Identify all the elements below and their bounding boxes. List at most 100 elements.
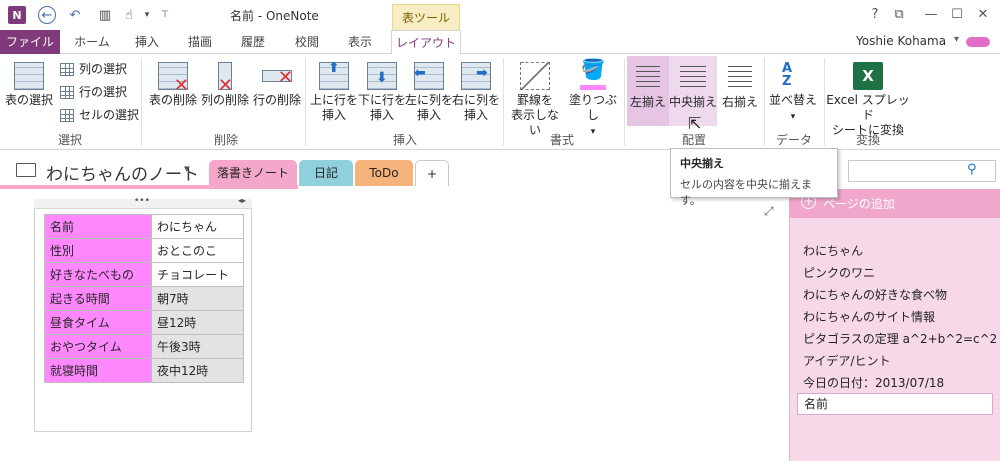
page-item[interactable]: ピタゴラスの定理 a^2+b^2=c^2 xyxy=(803,330,997,347)
column-select-button[interactable]: 列の選択 xyxy=(60,59,127,79)
table-row[interactable]: 就寝時間 夜中12時 xyxy=(44,358,244,383)
table-select-button[interactable]: 表の選択 xyxy=(4,62,54,108)
insert-column-right-button[interactable]: ➡ 右に列を 挿入 xyxy=(450,62,502,123)
align-right-icon xyxy=(728,66,752,90)
insert-above-icon: ⬆ xyxy=(319,61,349,90)
touch-mode-icon[interactable]: ☝ xyxy=(120,6,138,24)
page-item[interactable]: 今日の日付：2013/07/18 xyxy=(803,374,944,391)
page-item-current[interactable]: 名前 xyxy=(797,393,993,415)
page-item[interactable]: わにちゃん xyxy=(803,242,863,259)
table-cell-value[interactable]: 朝7時 xyxy=(151,286,244,311)
customize-qat-icon[interactable]: ⊤ xyxy=(156,6,174,24)
undo-icon[interactable]: ↶ xyxy=(66,6,84,24)
tab-insert[interactable]: 挿入 xyxy=(122,30,172,54)
search-input[interactable]: ⚲ xyxy=(848,160,996,182)
tab-file[interactable]: ファイル xyxy=(0,30,60,54)
align-left-button[interactable]: 左揃え xyxy=(628,62,668,110)
convert-to-excel-button[interactable]: X Excel スプレッド シートに変換 xyxy=(826,62,910,138)
row-select-button[interactable]: 行の選択 xyxy=(60,82,127,102)
page-item[interactable]: ピンクのワニ xyxy=(803,264,875,281)
page-list-panel xyxy=(789,189,1000,461)
paint-bucket-icon: 🪣 xyxy=(578,59,608,90)
move-handle-icon[interactable]: ••• xyxy=(134,196,150,206)
group-separator xyxy=(305,58,306,146)
table-cell-value[interactable]: 午後3時 xyxy=(151,334,244,359)
table-row[interactable]: 名前 わにちゃん xyxy=(44,214,244,239)
table-cell-label[interactable]: 名前 xyxy=(44,214,152,239)
container-handle[interactable]: ••• ◂▸ xyxy=(34,196,252,209)
hide-borders-button[interactable]: 罫線を 表示しない xyxy=(506,62,564,138)
align-center-button[interactable]: 中央揃え xyxy=(668,62,718,110)
section-tab-todo[interactable]: ToDo xyxy=(355,160,413,186)
help-button[interactable]: ? xyxy=(864,5,886,25)
table-cell-label[interactable]: 起きる時間 xyxy=(44,286,152,311)
dock-icon[interactable]: ▥ xyxy=(96,6,114,24)
add-section-button[interactable]: + xyxy=(415,160,449,186)
minimize-button[interactable]: — xyxy=(920,5,942,25)
column-icon xyxy=(60,62,74,76)
ribbon-display-button[interactable]: ⧉ xyxy=(888,5,910,25)
user-caret-icon[interactable]: ▾ xyxy=(954,34,959,45)
insert-column-left-button[interactable]: ⬅ 左に列を 挿入 xyxy=(403,62,455,123)
tab-history[interactable]: 履歴 xyxy=(228,30,278,54)
tab-layout[interactable]: レイアウト xyxy=(391,30,461,55)
group-label-align: 配置 xyxy=(681,133,706,147)
close-button[interactable]: ✕ xyxy=(972,5,994,25)
table-cell-value[interactable]: おとこのこ xyxy=(151,238,244,263)
user-name[interactable]: Yoshie Kohama xyxy=(856,34,946,48)
tooltip-title: 中央揃え xyxy=(680,157,724,170)
page-item[interactable]: わにちゃんのサイト情報 xyxy=(803,308,935,325)
back-icon[interactable]: ← xyxy=(38,6,56,24)
group-label-data: データ xyxy=(775,133,812,147)
section-tab-diary[interactable]: 日記 xyxy=(299,160,353,186)
sync-status-icon[interactable] xyxy=(966,37,990,47)
group-label-insert: 挿入 xyxy=(392,133,417,147)
notebook-caret-icon[interactable]: ▾ xyxy=(184,162,190,175)
table-cell-label[interactable]: 性別 xyxy=(44,238,152,263)
insert-left-icon: ⬅ xyxy=(414,62,444,90)
section-tab-rakugaki[interactable]: 落書きノート xyxy=(209,160,297,186)
table-cell-value[interactable]: わにちゃん xyxy=(151,214,244,239)
table-row[interactable]: 起きる時間 朝7時 xyxy=(44,286,244,311)
tab-review[interactable]: 校閲 xyxy=(282,30,332,54)
page-item[interactable]: アイデア/ヒント xyxy=(803,352,890,369)
column-delete-button[interactable]: 列の削除 xyxy=(200,62,250,108)
row-delete-button[interactable]: 行の削除 xyxy=(252,62,302,108)
table-cell-value[interactable]: 夜中12時 xyxy=(151,358,244,383)
excel-icon: X xyxy=(853,62,883,90)
table-cell-value[interactable]: チョコレート xyxy=(151,262,244,287)
tab-draw[interactable]: 描画 xyxy=(175,30,225,54)
group-separator xyxy=(503,58,504,146)
group-label-convert: 変換 xyxy=(855,133,880,147)
maximize-button[interactable]: ☐ xyxy=(946,5,968,25)
table-cell-label[interactable]: 就寝時間 xyxy=(44,358,152,383)
tooltip-body: セルの内容を中央に揃えます。 xyxy=(680,178,812,207)
cell-icon xyxy=(60,108,74,122)
table-row[interactable]: 性別 おとこのこ xyxy=(44,238,244,263)
info-table[interactable]: 名前 わにちゃん 性別 おとこのこ 好きなたべもの チョコレート 起きる時間 朝7時 昼食タイム… xyxy=(44,214,244,383)
insert-row-below-button[interactable]: ⬇ 下に行を 挿入 xyxy=(356,62,408,123)
touch-mode-caret-icon[interactable]: ▾ xyxy=(138,6,156,24)
sort-button[interactable]: AZ 並べ替え ▾ xyxy=(767,62,819,125)
table-cell-value[interactable]: 昼12時 xyxy=(151,310,244,335)
group-label-select: 選択 xyxy=(57,133,82,147)
ribbon: 表の選択 列の選択 行の選択 セルの選択 選択 表の削除 列の削除 行の削除 削… xyxy=(0,54,1000,150)
ribbon-tabs: ファイル ホーム 挿入 描画 履歴 校閲 表示 レイアウト Yoshie Koh… xyxy=(0,30,1000,55)
table-cell-label[interactable]: 好きなたべもの xyxy=(44,262,152,287)
tab-view[interactable]: 表示 xyxy=(335,30,385,54)
table-cell-label[interactable]: 昼食タイム xyxy=(44,310,152,335)
table-grid-icon xyxy=(14,62,44,90)
page-item[interactable]: わにちゃんの好きな食べ物 xyxy=(803,286,947,303)
notebook-name[interactable]: わにちゃんのノート xyxy=(46,160,199,185)
align-right-button[interactable]: 右揃え xyxy=(720,62,760,110)
resize-handle-icon[interactable]: ◂▸ xyxy=(238,196,246,205)
tab-home[interactable]: ホーム xyxy=(64,30,120,54)
cell-select-button[interactable]: セルの選択 xyxy=(60,105,139,125)
table-cell-label[interactable]: おやつタイム xyxy=(44,334,152,359)
table-delete-button[interactable]: 表の削除 xyxy=(148,62,198,108)
insert-row-above-button[interactable]: ⬆ 上に行を 挿入 xyxy=(308,61,360,123)
table-row[interactable]: おやつタイム 午後3時 xyxy=(44,334,244,359)
table-row[interactable]: 昼食タイム 昼12時 xyxy=(44,310,244,335)
table-row[interactable]: 好きなたべもの チョコレート xyxy=(44,262,244,287)
shading-button[interactable]: 🪣 塗りつぶし ▾ xyxy=(566,59,620,140)
